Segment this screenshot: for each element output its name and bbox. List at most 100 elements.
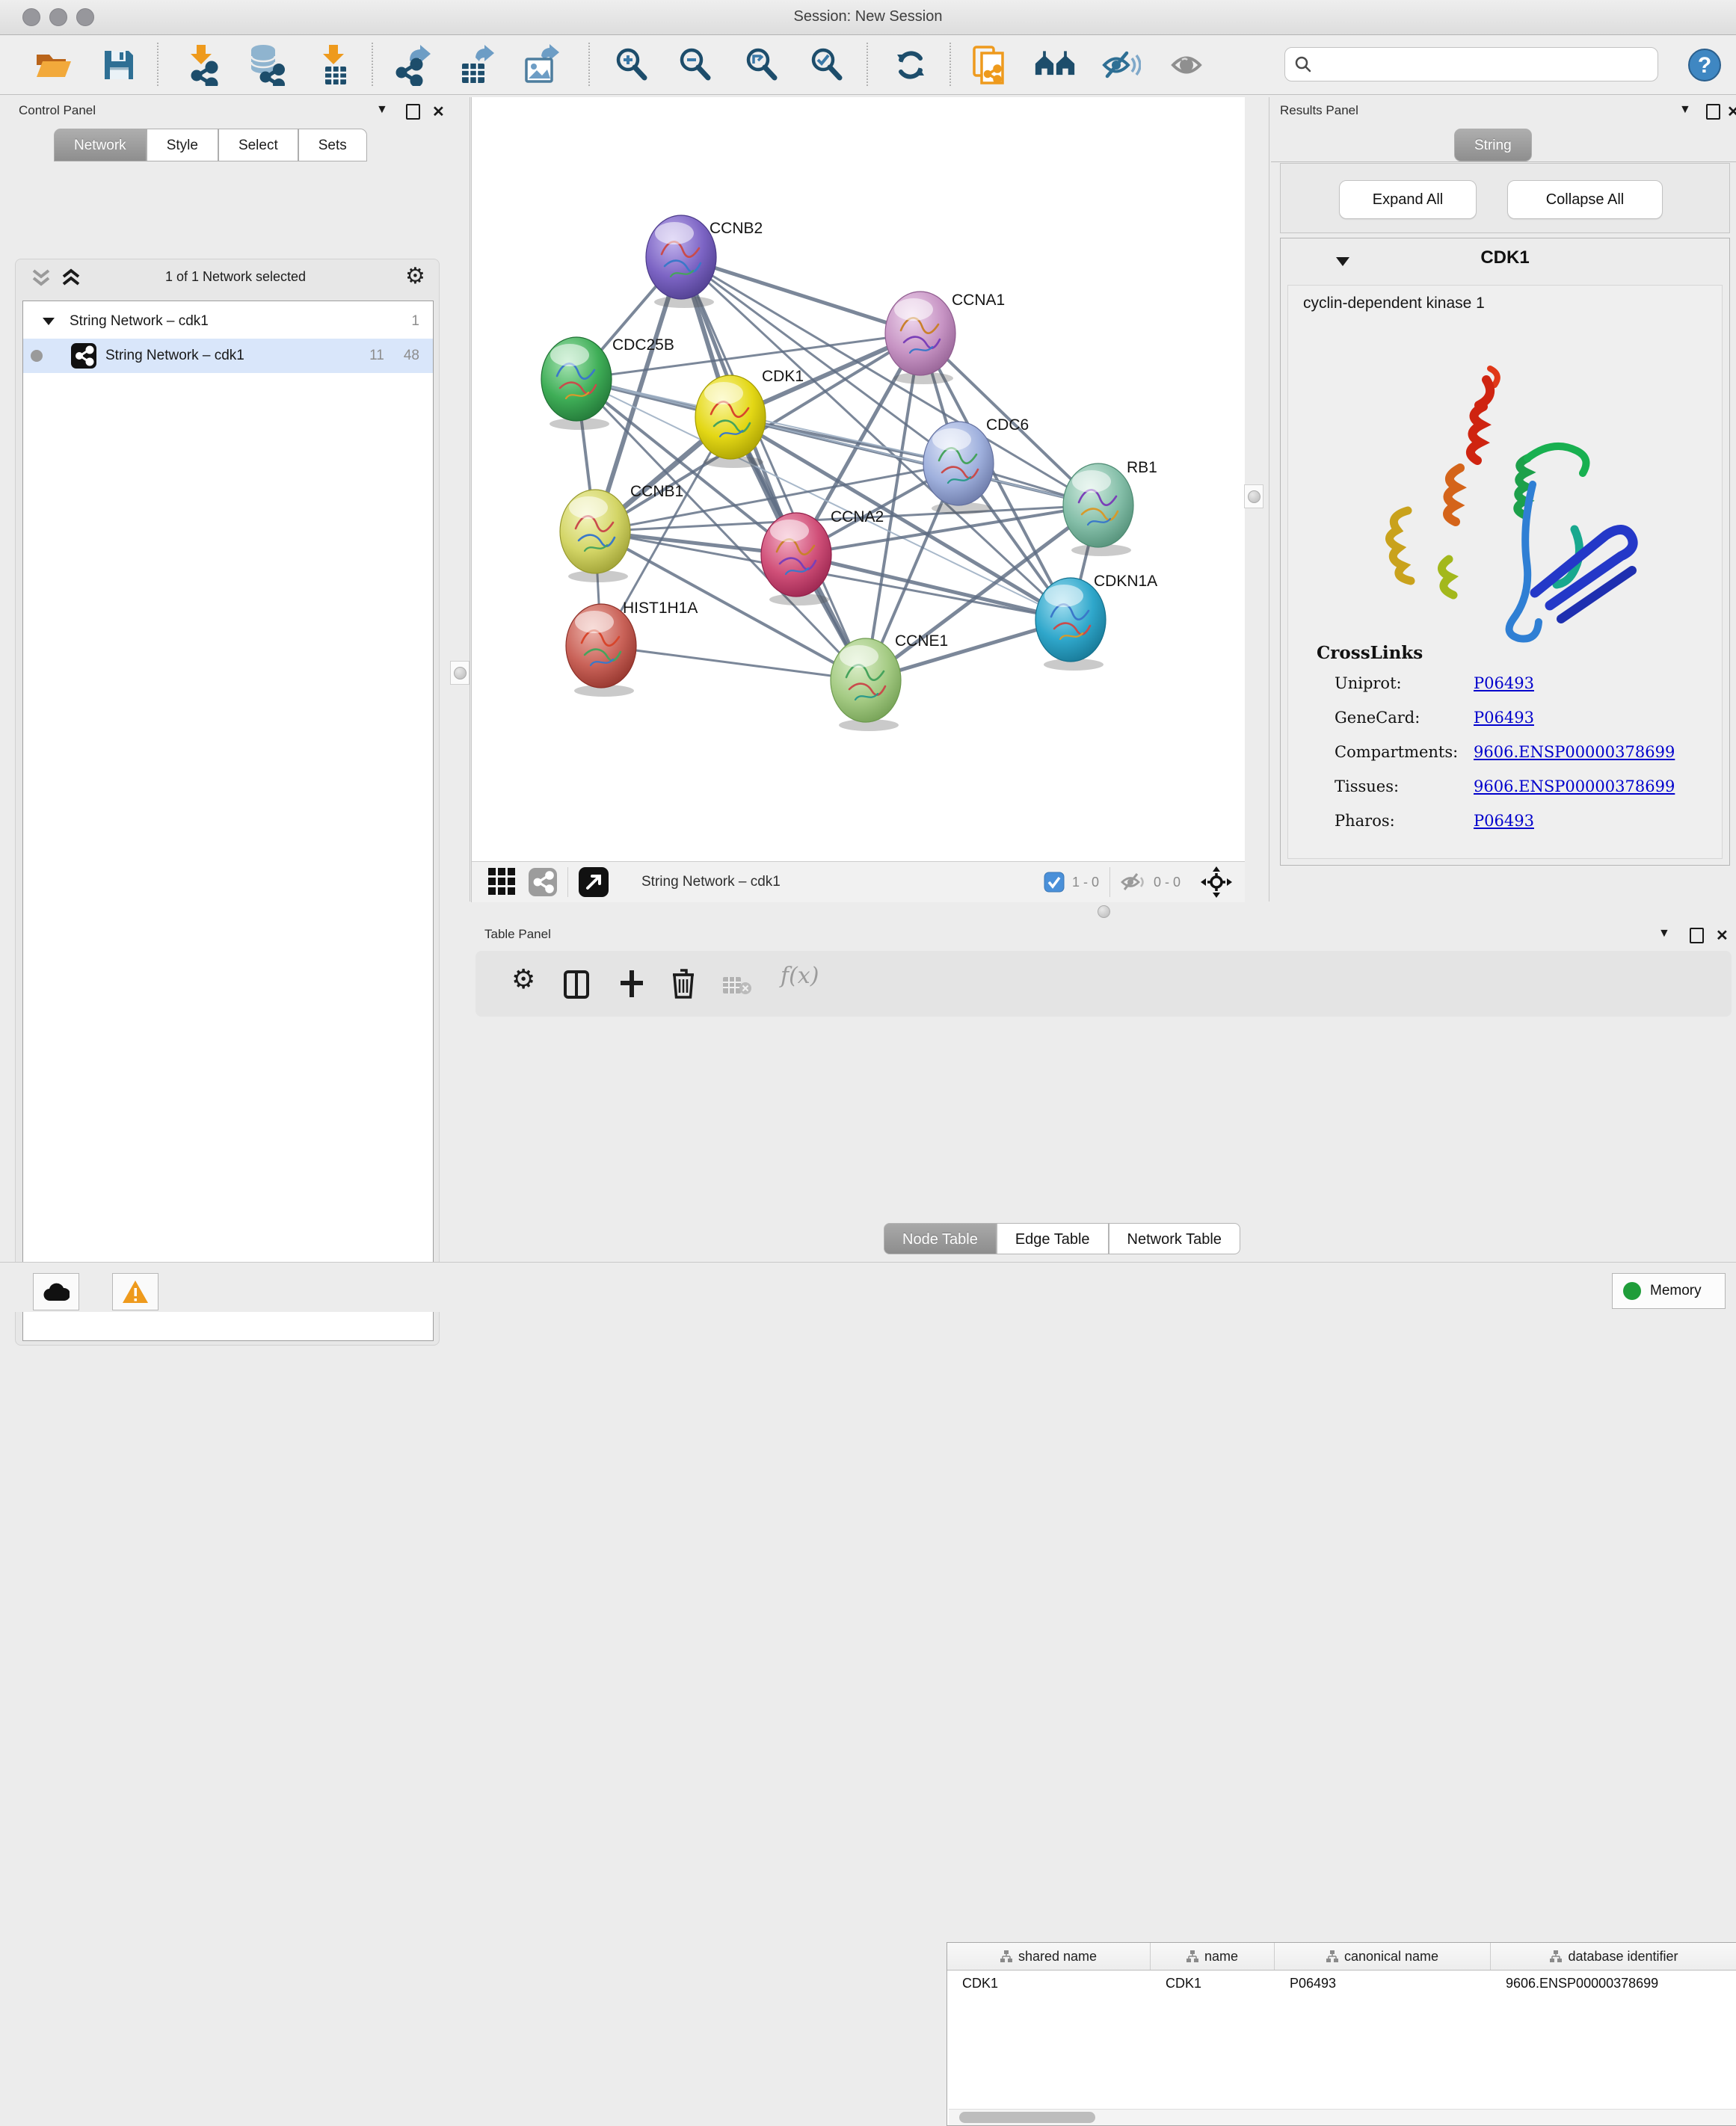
collapse-all-chevron-icon[interactable] xyxy=(60,268,82,289)
table-cell[interactable]: P06493 xyxy=(1275,1971,1491,1996)
import-table-icon[interactable] xyxy=(314,46,356,84)
table-panel-title: Table Panel xyxy=(484,927,551,942)
memory-button[interactable]: Memory xyxy=(1612,1273,1726,1309)
table-tabs: Node TableEdge TableNetwork Table xyxy=(884,1223,1240,1254)
column-header-shared-name[interactable]: shared name xyxy=(947,1943,1151,1970)
network-options-gear-icon[interactable]: ⚙ xyxy=(405,263,425,289)
table-cell[interactable]: CDK1 xyxy=(1151,1971,1275,1996)
node-CDC6[interactable]: CDC6 xyxy=(923,416,1029,514)
tab-string[interactable]: String xyxy=(1454,129,1532,161)
zoom-selected-icon[interactable] xyxy=(807,46,849,84)
node-RB1[interactable]: RB1 xyxy=(1063,459,1157,556)
control-panel-close-icon[interactable]: ✕ xyxy=(432,102,445,121)
zoom-out-icon[interactable] xyxy=(675,46,717,84)
tab-sets[interactable]: Sets xyxy=(298,129,367,161)
refresh-icon[interactable] xyxy=(890,46,932,84)
node-label-HIST1H1A: HIST1H1A xyxy=(623,600,698,617)
table-cell[interactable]: 9606.ENSP00000378699 xyxy=(1491,1971,1736,1996)
import-network-from-database-icon[interactable] xyxy=(246,46,288,84)
network-collection-row[interactable]: String Network – cdk1 1 xyxy=(23,304,433,339)
table-settings-gear-icon[interactable]: ⚙ xyxy=(511,964,535,995)
network-graph[interactable]: CCNB2CCNA1CDC25BCDK1CDC6RB1CCNB1CCNA2CDK… xyxy=(472,97,1245,861)
show-columns-icon[interactable] xyxy=(564,970,589,999)
delete-column-trash-icon[interactable] xyxy=(671,967,695,999)
column-header-canonical-name[interactable]: canonical name xyxy=(1275,1943,1491,1970)
network-row[interactable]: String Network – cdk1 11 48 xyxy=(23,339,433,373)
table-row[interactable]: CDK1CDK1P064939606.ENSP00000378699cyclin… xyxy=(947,1971,1736,1996)
network-canvas[interactable]: CCNB2CCNA1CDC25BCDK1CDC6RB1CCNB1CCNA2CDK… xyxy=(471,97,1245,861)
tab-select[interactable]: Select xyxy=(218,129,298,161)
import-network-icon[interactable] xyxy=(181,46,223,84)
zoom-in-icon[interactable] xyxy=(612,46,653,84)
expand-all-chevron-icon[interactable] xyxy=(30,268,52,289)
export-network-icon[interactable] xyxy=(392,46,434,84)
tab-style[interactable]: Style xyxy=(147,129,218,161)
right-splitter-handle[interactable] xyxy=(1244,484,1263,508)
edge-HIST1H1A-CCNE1[interactable] xyxy=(601,646,866,680)
node-table[interactable]: shared namenamecanonical namedatabase id… xyxy=(947,1942,1736,2126)
warning-icon xyxy=(122,1280,149,1304)
column-type-icon xyxy=(1326,1950,1338,1962)
zoom-fit-icon[interactable] xyxy=(742,46,784,84)
collapse-all-button[interactable]: Collapse All xyxy=(1507,180,1663,219)
table-panel-close-icon[interactable]: ✕ xyxy=(1716,926,1729,945)
crosslink-link[interactable]: P06493 xyxy=(1474,709,1534,727)
results-panel-float-icon[interactable] xyxy=(1706,104,1720,120)
tab-network[interactable]: Network xyxy=(54,129,147,161)
expand-all-button[interactable]: Expand All xyxy=(1339,180,1477,219)
show-all-icon[interactable] xyxy=(1169,46,1210,84)
tree-expand-icon[interactable] xyxy=(41,315,56,327)
hide-selected-icon[interactable] xyxy=(1101,46,1142,84)
table-panel-collapse-icon[interactable]: ▼ xyxy=(1658,927,1670,940)
network-share-icon[interactable] xyxy=(529,868,557,896)
first-neighbors-icon[interactable] xyxy=(1034,46,1076,84)
delete-table-icon[interactable] xyxy=(722,975,752,996)
crosslink-link[interactable]: 9606.ENSP00000378699 xyxy=(1474,743,1675,761)
create-column-plus-icon[interactable] xyxy=(619,969,644,999)
export-image-icon[interactable] xyxy=(521,46,563,84)
fit-selected-crosshair-icon[interactable] xyxy=(1200,866,1233,899)
node-CCNE1[interactable]: CCNE1 xyxy=(831,632,948,731)
results-panel-collapse-icon[interactable]: ▼ xyxy=(1679,103,1691,117)
save-session-icon[interactable] xyxy=(98,46,140,84)
tab-node-table[interactable]: Node Table xyxy=(884,1223,997,1254)
table-panel: Table Panel ▼ ✕ ⚙ f(x) shared namenameca… xyxy=(471,921,1736,1262)
table-panel-float-icon[interactable] xyxy=(1690,928,1704,943)
edge-CCNB2-CCNA1[interactable] xyxy=(681,257,920,333)
crosslink-link[interactable]: P06493 xyxy=(1474,674,1534,692)
table-h-scrollbar-thumb[interactable] xyxy=(959,2112,1095,2123)
table-toolbar: ⚙ f(x) xyxy=(475,951,1732,1017)
table-h-scrollbar[interactable] xyxy=(949,2109,1736,2126)
open-in-window-icon[interactable] xyxy=(579,867,609,897)
export-table-icon[interactable] xyxy=(456,46,498,84)
crosslink-link[interactable]: 9606.ENSP00000378699 xyxy=(1474,777,1675,795)
birdseye-grid-icon[interactable] xyxy=(488,868,517,896)
node-CDKN1A[interactable]: CDKN1A xyxy=(1035,573,1157,671)
cloud-button[interactable] xyxy=(33,1273,79,1310)
left-splitter-handle[interactable] xyxy=(450,661,470,685)
warnings-button[interactable] xyxy=(112,1273,158,1310)
hidden-eye-icon[interactable] xyxy=(1121,871,1148,893)
search-input[interactable] xyxy=(1318,55,1649,73)
control-panel-collapse-icon[interactable]: ▼ xyxy=(376,103,388,117)
results-panel-close-icon[interactable]: ✕ xyxy=(1727,102,1736,121)
node-CCNA2[interactable]: CCNA2 xyxy=(761,508,884,606)
column-header-name[interactable]: name xyxy=(1151,1943,1275,1970)
clone-network-icon[interactable] xyxy=(968,46,1010,84)
table-cell[interactable]: CDK1 xyxy=(947,1971,1151,1996)
edge-CCNB2-CCNE1[interactable] xyxy=(681,257,866,680)
help-icon[interactable]: ? xyxy=(1684,46,1726,84)
node-CCNA1[interactable]: CCNA1 xyxy=(885,292,1005,384)
node-HIST1H1A[interactable]: HIST1H1A xyxy=(566,600,698,697)
selected-count: 1 - 0 xyxy=(1072,875,1099,890)
column-header-database-identifier[interactable]: database identifier xyxy=(1491,1943,1736,1970)
search-field[interactable] xyxy=(1284,47,1658,81)
selected-checkbox-icon[interactable] xyxy=(1044,872,1065,893)
open-session-icon[interactable] xyxy=(33,46,75,84)
control-panel-float-icon[interactable] xyxy=(406,104,420,120)
crosslink-link[interactable]: P06493 xyxy=(1474,812,1534,830)
tab-edge-table[interactable]: Edge Table xyxy=(997,1223,1109,1254)
function-builder-icon[interactable]: f(x) xyxy=(781,963,819,989)
node-CDC25B[interactable]: CDC25B xyxy=(541,336,674,430)
tab-network-table[interactable]: Network Table xyxy=(1109,1223,1240,1254)
